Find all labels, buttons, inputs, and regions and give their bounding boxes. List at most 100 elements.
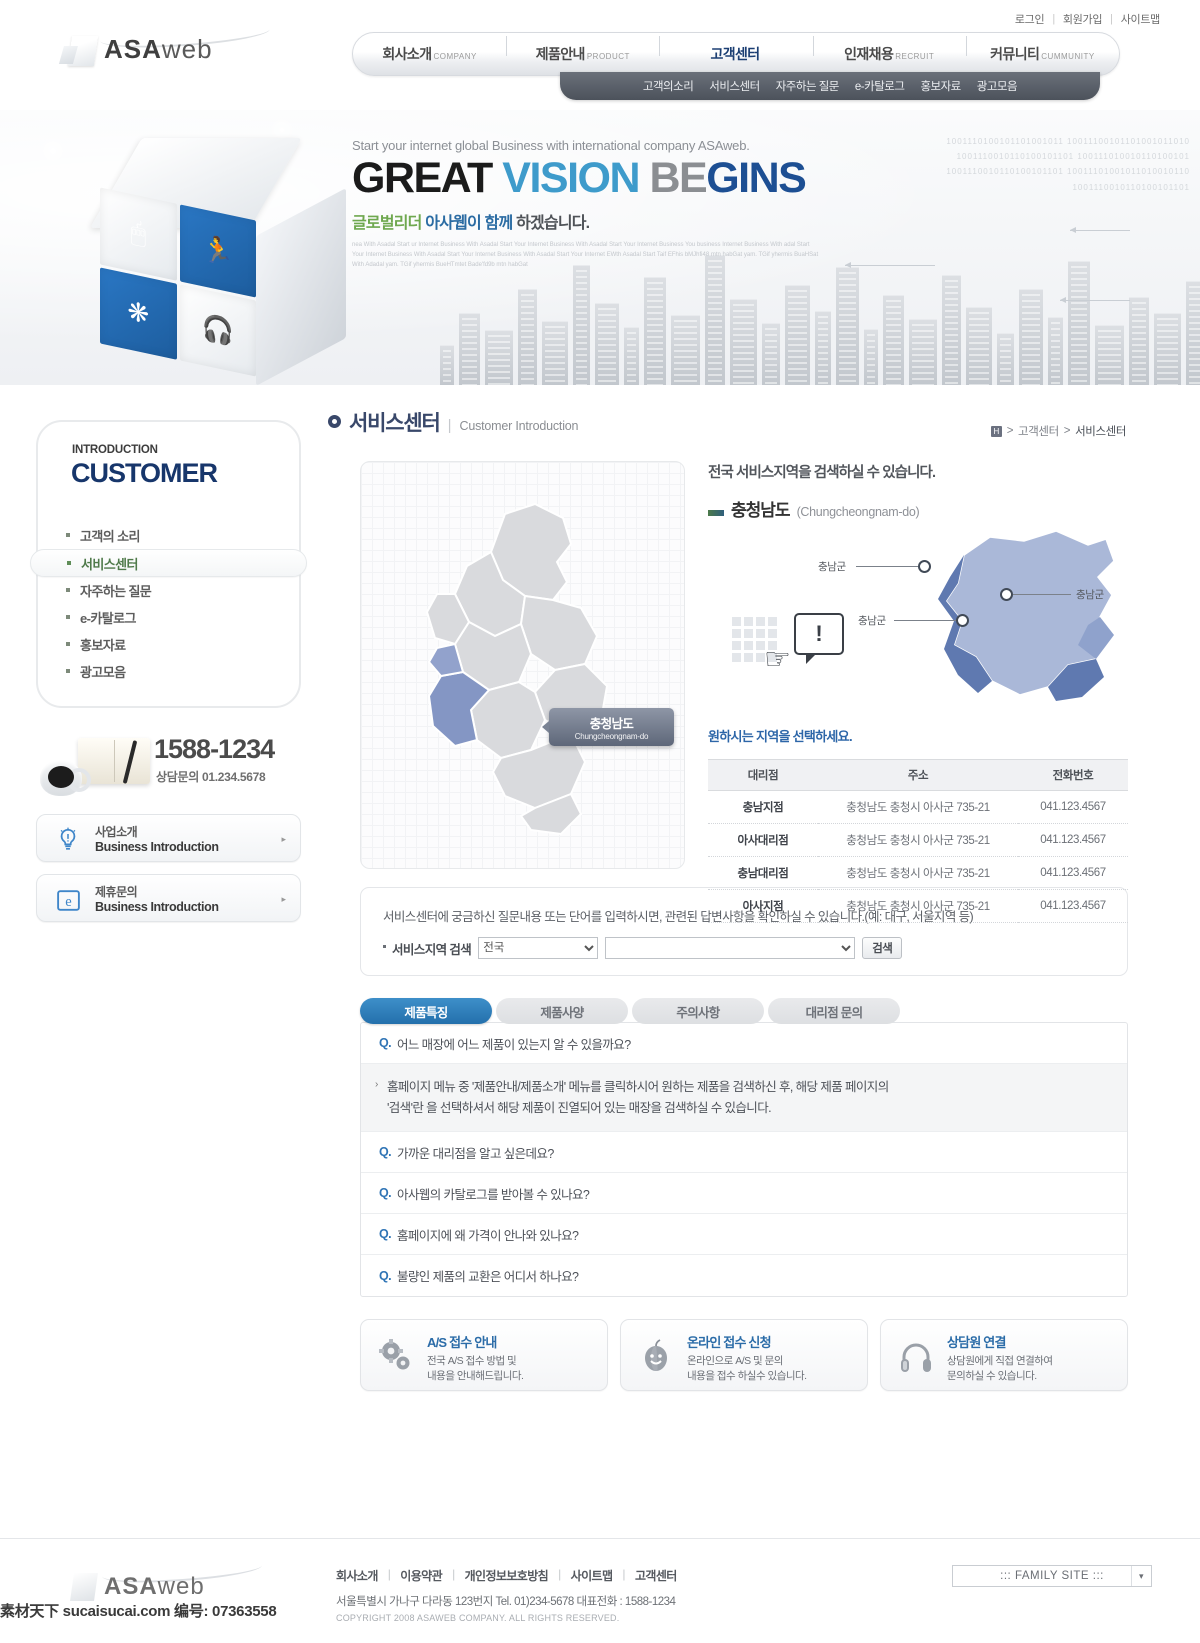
tab-label-2: 주의사항 bbox=[676, 1005, 720, 1020]
card-desc-2-line1: 온라인으로 A/S 및 문의 bbox=[687, 1355, 783, 1368]
map-pin-2[interactable] bbox=[1000, 588, 1013, 601]
site-logo[interactable]: ASAweb bbox=[67, 18, 300, 80]
sidebar-item-3[interactable]: e-카탈로그 bbox=[38, 604, 299, 631]
subnav-item-4[interactable]: 홍보자료 bbox=[920, 78, 961, 94]
logo-web: web bbox=[161, 34, 213, 64]
page-title: 서비스센터 | Customer Introduction bbox=[328, 407, 578, 437]
tab-label-1: 제품사양 bbox=[540, 1005, 584, 1020]
faq-question-2[interactable]: Q. 아사웹의 카탈로그를 받아볼 수 있나요? bbox=[361, 1173, 1127, 1215]
card-title-3: 상담원 연결 bbox=[947, 1335, 1006, 1351]
tab-label-3: 대리점 문의 bbox=[805, 1005, 863, 1020]
hero-title-part4: GINS bbox=[706, 154, 807, 202]
hero-title-part2: VISION bbox=[502, 154, 640, 202]
footer-logo-wordmark: ASAweb bbox=[104, 1573, 205, 1601]
footer-nav-item-1[interactable]: 이용약관 bbox=[400, 1567, 442, 1584]
card-as-guide[interactable]: A/S 접수 안내 전국 A/S 접수 방법 및 내용을 안내해드립니다. bbox=[360, 1319, 608, 1392]
subnav-item-3[interactable]: e-카탈로그 bbox=[855, 78, 905, 94]
bullet-icon-4 bbox=[66, 642, 70, 646]
sidebar-item-1[interactable]: 서비스센터 bbox=[30, 549, 307, 577]
molecule-icon: ❋ bbox=[100, 266, 177, 360]
cube-illustration: 🖱 🏃 ❋ 🎧 bbox=[50, 128, 350, 385]
hero-arrow-3 bbox=[1060, 297, 1130, 303]
sidebar-item-4[interactable]: 홍보자료 bbox=[38, 631, 299, 658]
sidebar-item-5[interactable]: 광고모음 bbox=[38, 658, 299, 685]
subnav-item-1[interactable]: 서비스센터 bbox=[709, 78, 760, 94]
faq-q-mark-2: Q. bbox=[379, 1186, 392, 1201]
cube-front-face: 🖱 🏃 ❋ 🎧 bbox=[100, 187, 256, 377]
detail-select[interactable] bbox=[605, 937, 856, 959]
search-label: 서비스지역 검색 bbox=[383, 939, 472, 958]
pointing-hand-icon: ☞ bbox=[764, 643, 791, 676]
bullet-icon-3 bbox=[66, 615, 70, 619]
region-heading: 충청남도 (Chungcheongnam-do) bbox=[708, 496, 1128, 521]
family-site-select[interactable]: ::: FAMILY SITE ::: ▾ bbox=[952, 1565, 1152, 1587]
table-row[interactable]: 충남대리점 충청남도 충청시 아사군 735-21 041.123.4567 bbox=[708, 856, 1128, 890]
global-nav: 회사소개 COMPANY 제품안내 PRODUCT 고객센터 인재채용 RECRUIT 커뮤니… bbox=[352, 32, 1120, 76]
headset-icon-cube: 🎧 bbox=[179, 283, 256, 377]
subnav-item-2[interactable]: 자주하는 질문 bbox=[776, 78, 840, 94]
card-agent-connect[interactable]: 상담원 연결 상담원에게 직접 연결하여 문의하실 수 있습니다. bbox=[880, 1319, 1128, 1392]
map-pin-3[interactable] bbox=[956, 614, 969, 627]
page-title-en: Customer Introduction bbox=[459, 419, 579, 433]
korea-map-panel[interactable]: 충청남도 Chungcheongnam-do bbox=[360, 461, 685, 869]
subnav-item-0[interactable]: 고객의소리 bbox=[643, 78, 694, 94]
faq-section: 제품특징 제품사양 주의사항 대리점 문의 Q. 어느 매장에 어느 제품이 있는지 알… bbox=[360, 998, 1128, 1298]
tab-0[interactable]: 제품특징 bbox=[360, 998, 492, 1024]
faq-question-4[interactable]: Q. 불량인 제품의 교환은 어디서 하나요? bbox=[361, 1255, 1127, 1296]
card-title-1: A/S 접수 안내 bbox=[427, 1335, 497, 1351]
gnb-item-4[interactable]: 커뮤니티 CUMMUNITY bbox=[965, 36, 1119, 64]
sidebar-button-partnership[interactable]: e 제휴문의 Business Introduction ▸ bbox=[36, 874, 301, 922]
sidebar-button-business-introduction[interactable]: 사업소개 Business Introduction ▸ bbox=[36, 814, 301, 862]
tab-3[interactable]: 대리점 문의 bbox=[768, 998, 900, 1024]
breadcrumb: H > 고객센터 > 서비스센터 bbox=[990, 423, 1126, 439]
faq-question-3[interactable]: Q. 홈페이지에 왜 가격이 안나와 있나요? bbox=[361, 1214, 1127, 1256]
breadcrumb-level1[interactable]: 고객센터 bbox=[1018, 423, 1059, 439]
subnav-item-5[interactable]: 광고모음 bbox=[977, 78, 1018, 94]
card-desc-3-line2: 문의하실 수 있습니다. bbox=[947, 1370, 1037, 1383]
building-12 bbox=[762, 323, 780, 385]
footer-logo-asa: ASA bbox=[104, 1573, 158, 1600]
gnb-item-1[interactable]: 제품안내 PRODUCT bbox=[506, 36, 659, 64]
faq-q-mark-3: Q. bbox=[379, 1227, 392, 1242]
agency-phone-1: 041.123.4567 bbox=[1018, 823, 1128, 857]
footer-nav-item-0[interactable]: 회사소개 bbox=[336, 1567, 378, 1584]
region-select[interactable]: 전국서울경기충청남도대구 bbox=[478, 937, 599, 959]
footer-nav-item-4[interactable]: 고객센터 bbox=[635, 1567, 677, 1584]
building-14 bbox=[815, 311, 831, 385]
home-icon[interactable]: H bbox=[990, 425, 1002, 437]
agency-address-0: 충청남도 충청시 아사군 735-21 bbox=[818, 790, 1018, 824]
footer-nav-item-2[interactable]: 개인정보보호방침 bbox=[465, 1567, 549, 1584]
building-15 bbox=[836, 267, 859, 385]
bullet-icon-0 bbox=[66, 533, 70, 537]
sidebar-button-ko-1: 사업소개 bbox=[95, 824, 138, 839]
sidebar-item-0[interactable]: 고객의 소리 bbox=[38, 522, 299, 549]
sidebar-item-label-4: 홍보자료 bbox=[80, 638, 126, 653]
sidebar: INTRODUCTION CUSTOMER 고객의 소리 서비스센터 자주하는 질문… bbox=[30, 420, 307, 922]
bubble-mark: ! bbox=[815, 621, 823, 646]
hero-arrow-2 bbox=[1070, 227, 1130, 233]
tab-2[interactable]: 주의사항 bbox=[632, 998, 764, 1024]
sidebar-item-2[interactable]: 자주하는 질문 bbox=[38, 577, 299, 604]
region-map-area[interactable]: 충남군 충남군 충남군 ! ☞ bbox=[708, 525, 1128, 720]
faq-question-1[interactable]: Q. 가까운 대리점을 알고 싶은데요? bbox=[361, 1132, 1127, 1174]
gears-icon bbox=[375, 1336, 417, 1378]
faq-question-0[interactable]: Q. 어느 매장에 어느 제품이 있는지 알 수 있을까요? bbox=[361, 1023, 1127, 1064]
korea-map[interactable] bbox=[385, 496, 665, 846]
table-row[interactable]: 충남지점 충청남도 충청시 아사군 735-21 041.123.4567 bbox=[708, 790, 1128, 824]
agency-name-3: 아사지점 bbox=[708, 889, 818, 923]
footer-nav-item-3[interactable]: 사이트맵 bbox=[571, 1567, 613, 1584]
gnb-item-0[interactable]: 회사소개 COMPANY bbox=[353, 44, 506, 64]
search-button[interactable]: 검색 bbox=[862, 937, 903, 959]
table-row[interactable]: 아사대리점 충청남도 충청시 아사군 735-21 041.123.4567 bbox=[708, 823, 1128, 857]
gnb-item-3[interactable]: 인재채용 RECRUIT bbox=[812, 36, 966, 64]
chevron-right-icon-2: ▸ bbox=[281, 894, 286, 904]
tab-1[interactable]: 제품사양 bbox=[496, 998, 628, 1024]
gnb-item-2[interactable]: 고객센터 bbox=[659, 36, 812, 64]
agency-address-1: 충청남도 충청시 아사군 735-21 bbox=[818, 823, 1018, 857]
page-title-ko: 서비스센터 bbox=[349, 412, 441, 435]
faq-question-text-0: 어느 매장에 어느 제품이 있는지 알 수 있을까요? bbox=[397, 1037, 631, 1052]
table-row[interactable]: 아사지점 충청남도 충청시 아사군 735-21 041.123.4567 bbox=[708, 889, 1128, 923]
map-pin-1[interactable] bbox=[918, 560, 931, 573]
card-online-request[interactable]: 온라인 접수 신청 온라인으로 A/S 및 문의 내용을 접수 하실수 있습니다… bbox=[620, 1319, 868, 1392]
sparkle-1 bbox=[50, 148, 56, 154]
